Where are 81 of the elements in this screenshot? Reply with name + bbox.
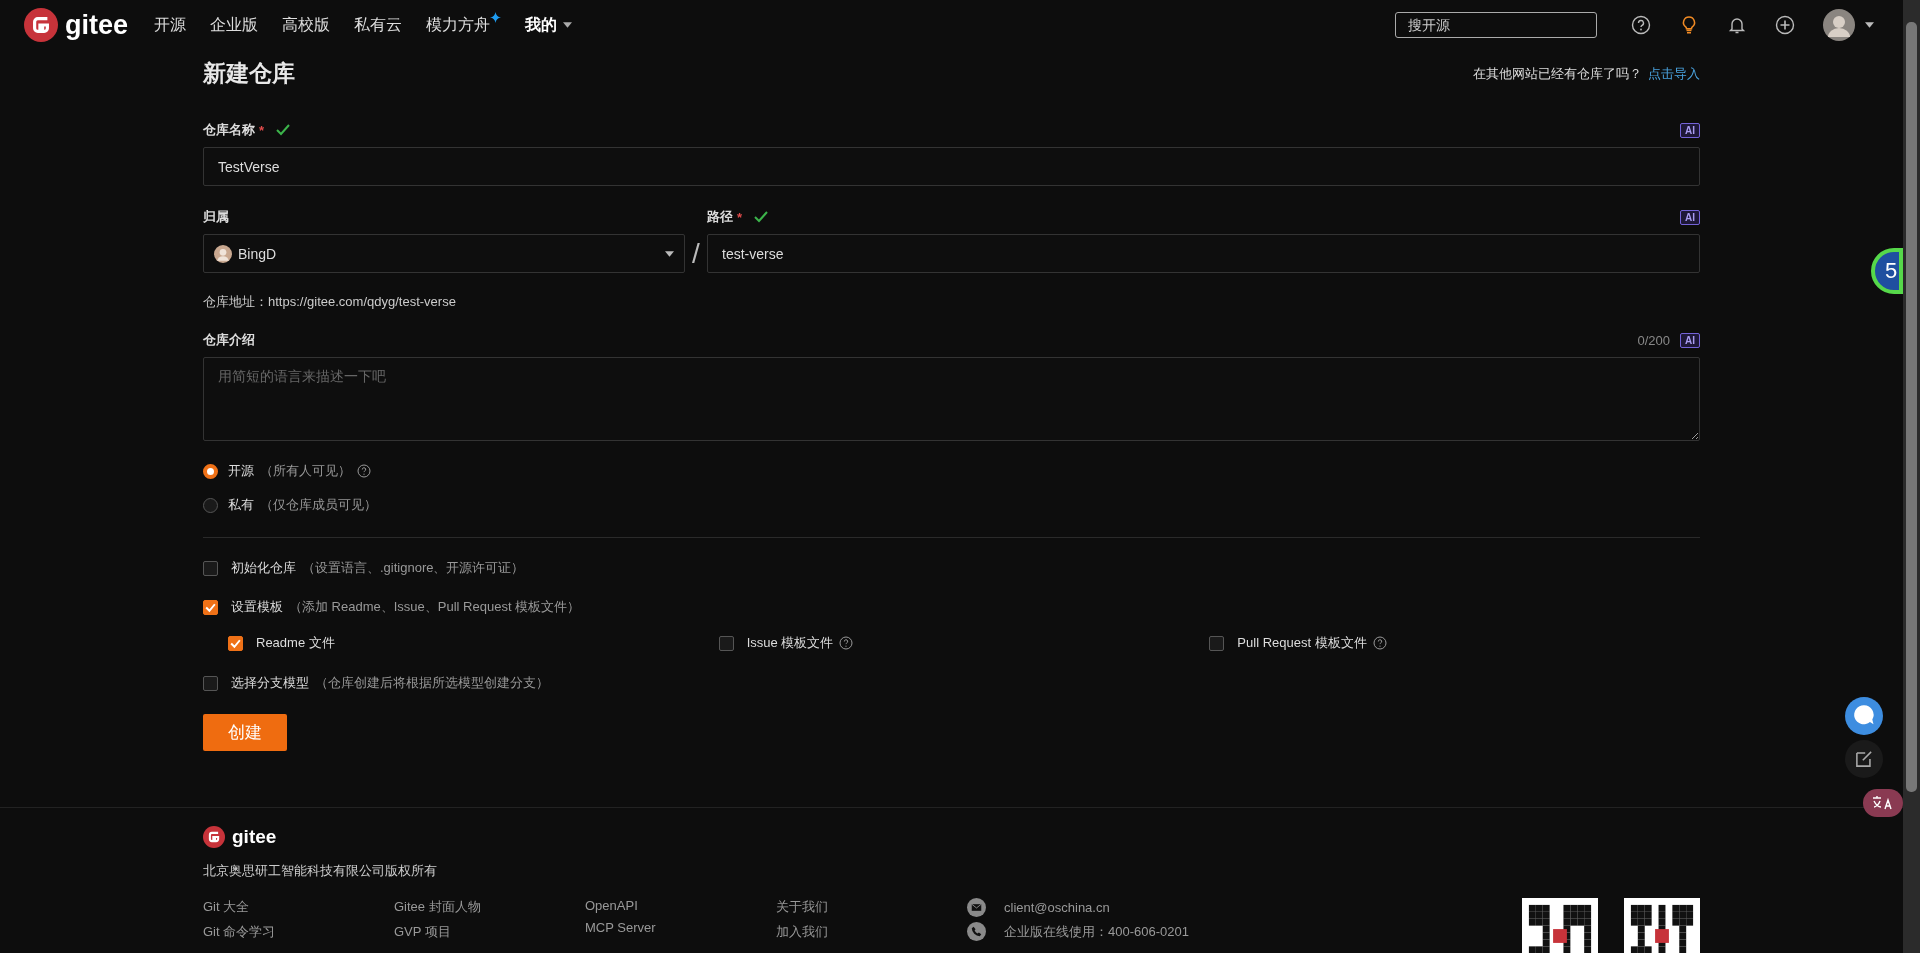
required-mark: *: [259, 122, 265, 138]
logo-text: gitee: [232, 826, 277, 848]
path-separator: /: [691, 237, 701, 271]
option-label[interactable]: Issue 模板文件: [746, 634, 834, 652]
nav-link[interactable]: 我的: [525, 14, 573, 36]
feedback-button[interactable]: [1845, 740, 1883, 778]
phone-icon: [967, 922, 986, 941]
option-note: （所有人可见）: [260, 462, 351, 480]
option-label[interactable]: Pull Request 模板文件: [1237, 634, 1367, 652]
translate-button[interactable]: [1863, 787, 1903, 819]
radio-button[interactable]: [203, 463, 218, 479]
logo-icon: [203, 826, 225, 848]
option-label[interactable]: Readme 文件: [256, 634, 335, 652]
logo-icon[interactable]: [24, 8, 58, 42]
option-label[interactable]: 开源: [228, 462, 254, 480]
option-note: （设置语言、.gitignore、开源许可证）: [302, 559, 525, 577]
checkbox[interactable]: [203, 675, 218, 691]
checkbox[interactable]: [1209, 635, 1225, 651]
option-label[interactable]: 选择分支模型: [231, 674, 309, 692]
repo-address: 仓库地址：https://gitee.com/qdyg/test-verse: [203, 293, 457, 311]
scrollbar[interactable]: [1903, 0, 1920, 953]
help-icon[interactable]: [839, 636, 854, 650]
footer-link[interactable]: Gitee 封面人物: [394, 898, 585, 916]
bell-icon[interactable]: [1727, 15, 1747, 35]
checkbox[interactable]: [203, 560, 218, 576]
nav-link[interactable]: 企业版: [210, 14, 259, 36]
footer-link[interactable]: 加入我们: [776, 923, 967, 941]
help-icon[interactable]: [1372, 636, 1387, 650]
repo-name-field[interactable]: TestVerse: [203, 147, 1700, 186]
mail-icon: [967, 898, 986, 917]
page-title: 新建仓库: [203, 59, 295, 88]
footer-link[interactable]: Git 命令学习: [203, 923, 394, 941]
option-note: （仅仓库成员可见）: [260, 496, 377, 514]
ai-button[interactable]: AI: [1680, 209, 1700, 225]
avatar: [214, 244, 232, 263]
footer-link[interactable]: GVP 项目: [394, 923, 585, 941]
import-link[interactable]: 点击导入: [1648, 64, 1700, 83]
option-label[interactable]: 初始化仓库: [231, 559, 296, 577]
chat-button[interactable]: [1845, 697, 1883, 735]
radio-button[interactable]: [203, 497, 218, 513]
nav-link[interactable]: 开源: [154, 14, 187, 36]
search-field[interactable]: 搜开源: [1395, 12, 1597, 38]
footer-link[interactable]: 关于我们: [776, 898, 967, 916]
score-badge[interactable]: 5: [1871, 248, 1903, 294]
nav-link[interactable]: 高校版: [282, 14, 331, 36]
caret-icon: [665, 250, 674, 257]
required-mark: *: [737, 209, 743, 225]
import-prompt: 在其他网站已经有仓库了吗？: [1473, 64, 1642, 83]
checkbox[interactable]: [718, 635, 734, 651]
caret-icon[interactable]: [1865, 22, 1874, 28]
field-label: 路径: [707, 208, 733, 226]
field-label: 仓库介绍: [203, 331, 255, 349]
footer-link[interactable]: OpenAPI: [585, 898, 776, 913]
option-note: （仓库创建后将根据所选模型创建分支）: [315, 674, 549, 692]
nav-link[interactable]: 私有云: [354, 14, 403, 36]
checkbox[interactable]: [228, 635, 243, 651]
option-note: （添加 Readme、Issue、Pull Request 模板文件）: [289, 598, 581, 616]
ai-button[interactable]: AI: [1680, 122, 1700, 138]
nav-link[interactable]: 模力方舟: [426, 14, 502, 36]
path-field[interactable]: test-verse: [707, 234, 1700, 273]
contact-text: client@oschina.cn: [1004, 900, 1110, 915]
copyright-text: 北京奥思研工智能科技有限公司版权所有: [203, 862, 438, 880]
help-icon[interactable]: [357, 464, 371, 478]
option-label[interactable]: 私有: [228, 496, 254, 514]
field-label: 仓库名称: [203, 121, 255, 139]
ai-button[interactable]: AI: [1680, 332, 1700, 348]
contact-text: 企业版在线使用：400-606-0201: [1004, 922, 1189, 941]
field-label: 归属: [203, 208, 229, 226]
sparkle-icon: [490, 11, 502, 23]
footer-link[interactable]: MCP Server: [585, 920, 776, 935]
logo-text[interactable]: gitee: [65, 9, 129, 41]
description-field[interactable]: 用简短的语言来描述一下吧: [203, 357, 1700, 441]
char-counter: 0/200: [1637, 332, 1670, 348]
option-label[interactable]: 设置模板: [231, 598, 283, 616]
owner-select[interactable]: BingD: [203, 234, 685, 273]
checkbox[interactable]: [203, 599, 218, 615]
avatar[interactable]: [1823, 9, 1855, 41]
help-icon[interactable]: [1631, 15, 1651, 35]
footer-link[interactable]: Git 大全: [203, 898, 394, 916]
caret-icon: [563, 22, 573, 28]
plus-icon[interactable]: [1775, 15, 1795, 35]
